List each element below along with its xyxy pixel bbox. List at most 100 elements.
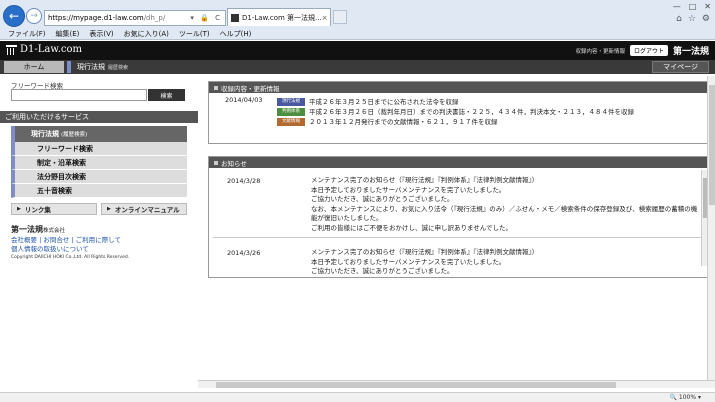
manual-button[interactable]: ▶ オンラインマニュアル [101, 203, 187, 215]
tab-title: D1-Law.com 第一法規... [242, 13, 322, 22]
news-header: お知らせ [209, 157, 709, 168]
new-tab-button[interactable] [333, 10, 347, 24]
news-separator [213, 237, 701, 238]
settings-gear-icon[interactable]: ⚙ [702, 14, 710, 24]
news-line: メンテナンス完了のお知らせ（『現行法規』『判例体系』『法律判例文献情報』） [311, 248, 539, 256]
logo-text: D1-Law.com [20, 44, 83, 55]
news-line: メンテナンス完了のお知らせ（『現行法規』『判例体系』『法律判例文献情報』） [311, 176, 539, 184]
site-header: D1-Law.com 収録内容・更新情報 ログアウト 第一法規 [0, 41, 715, 60]
company-name-text: 第一法規 [11, 224, 43, 234]
news-box: お知らせ 2014/3/28 メンテナンス完了のお知らせ（『現行法規』『判例体系… [208, 156, 710, 278]
bullet-icon [214, 85, 218, 90]
menu-item-2[interactable]: 表示(V) [89, 29, 113, 39]
home-icon[interactable]: ⌂ [676, 14, 682, 24]
bullet-icon [214, 160, 218, 165]
minimize-icon[interactable]: — [673, 2, 681, 11]
search-button[interactable]: 検索 [148, 89, 185, 101]
horizontal-scrollbar[interactable] [198, 380, 715, 388]
news-body: メンテナンス完了のお知らせ（『現行法規』『判例体系』『法律判例文献情報』） 本日… [311, 176, 701, 233]
menu-item-3[interactable]: お気に入り(A) [124, 29, 169, 39]
updates-date: 2014/04/03 [225, 96, 263, 104]
favicon-icon [231, 13, 239, 22]
copyright: Copyright DAIICHI HOKI Co.,Ltd. All Righ… [11, 255, 130, 260]
back-button[interactable]: ← [3, 5, 25, 27]
update-row: 現行法規 平成２６年３月２５日までに公布された法令を収録 [277, 96, 459, 106]
play-triangle-icon: ▶ [17, 206, 21, 212]
vertical-scrollbar[interactable] [707, 76, 715, 380]
menu-item-4[interactable]: ツール(T) [179, 29, 210, 39]
logout-button[interactable]: ログアウト [629, 45, 668, 56]
news-line: ご協力いただき、誠にありがとうございました。 [311, 195, 454, 203]
news-date: 2014/3/28 [227, 177, 261, 185]
news-title: お知らせ [221, 159, 247, 168]
menu-item-enactment[interactable]: 制定・沿革検索 [11, 156, 187, 170]
company-links-row1[interactable]: 会社概要 | お問合せ | ご利用に際して [11, 236, 191, 245]
sub-navigation: ホーム 現行法規 履歴検索 マイページ [0, 60, 715, 74]
service-menu: 現行法規 (履歴検索) フリーワード検索 制定・沿革検索 法分野目次検索 五十音… [11, 126, 187, 198]
menu-item-5[interactable]: ヘルプ(H) [220, 29, 252, 39]
update-text: ２０１３年１２月発行までの文献情報・６２１，９１７件を収録 [309, 118, 498, 126]
update-row: 文献情報 ２０１３年１２月発行までの文献情報・６２１，９１７件を収録 [277, 116, 498, 126]
links-button[interactable]: ▶ リンク集 [11, 203, 97, 215]
tab-genko[interactable]: 現行法規 履歴検索 [67, 61, 134, 73]
browser-tab[interactable]: D1-Law.com 第一法規... × [227, 8, 331, 26]
news-line: ご利用の皆様にはご不便をおかけし、誠に申し訳ありませんでした。 [311, 223, 512, 232]
address-icons[interactable]: ▾ 🔒 C [190, 14, 222, 22]
menu-item-toc[interactable]: 法分野目次検索 [11, 170, 187, 184]
updates-title: 収録内容・更新情報 [221, 84, 280, 93]
play-triangle-icon: ▶ [107, 206, 111, 212]
company-links-row2[interactable]: 個人情報の取扱いについて [11, 245, 191, 254]
tag-bunken: 文献情報 [277, 118, 305, 126]
update-info-link[interactable]: 収録内容・更新情報 [575, 47, 625, 55]
news-line: 本日予定しておりましたサーバメンテナンスを完了いたしました。 [311, 185, 506, 194]
tag-hanrei: 判例体系 [277, 108, 305, 116]
forward-button[interactable]: → [26, 8, 42, 24]
company-info: 第一法規株式会社 会社概要 | お問合せ | ご利用に際して 個人情報の取扱いに… [11, 224, 191, 260]
menu-genko-label: 現行法規 [31, 130, 59, 138]
window-controls: — □ ✕ [673, 2, 711, 11]
updates-box: 収録内容・更新情報 2014/04/03 現行法規 平成２６年３月２５日までに公布… [208, 81, 710, 144]
news-body: メンテナンス完了のお知らせ（『現行法規』『判例体系』『法律判例文献情報』） 本日… [311, 248, 538, 277]
zoom-level[interactable]: 🔍 100% ▾ [670, 394, 701, 401]
left-panel: フリーワード検索 検索 ご利用いただけるサービス 現行法規 (履歴検索) フリー… [0, 76, 198, 392]
address-bar[interactable]: https://mypage.d1-law.com/dh_p/ ▾ 🔒 C [44, 10, 226, 26]
menu-bar: ファイル(F) 編集(E) 表示(V) お気に入り(A) ツール(T) ヘルプ(H) [0, 28, 251, 40]
menu-genko-sub: (履歴検索) [61, 132, 88, 138]
update-text: 平成２６年３月２６日（裁判年月日）までの判決書誌・２２５，４３４件，判決本文・２… [309, 108, 634, 116]
services-header: ご利用いただけるサービス [0, 111, 198, 123]
close-tab-icon[interactable]: × [322, 14, 328, 22]
menu-item-freeword[interactable]: フリーワード検索 [11, 142, 187, 156]
menu-item-gojuon[interactable]: 五十音検索 [11, 184, 187, 198]
brand-name: 第一法規 [672, 47, 709, 57]
menu-item-1[interactable]: 編集(E) [56, 29, 80, 39]
update-row: 判例体系 平成２６年３月２６日（裁判年月日）までの判決書誌・２２５，４３４件，判決… [277, 106, 634, 116]
news-line: なお、本メンテナンスにより、お気に入り法令（『現行法規』のみ）／ふせん・メモ／検… [311, 204, 698, 223]
links-label: リンク集 [24, 206, 51, 214]
favorites-star-icon[interactable]: ☆ [688, 14, 696, 24]
menu-genko[interactable]: 現行法規 (履歴検索) [11, 126, 187, 142]
news-line: ご協力いただき、誠にありがとうございました。 [311, 267, 454, 275]
zoom-value: 100% [678, 394, 697, 401]
address-host: https://mypage.d1-law.com [48, 14, 144, 22]
site-logo[interactable]: D1-Law.com [6, 44, 82, 55]
logo-building-icon [6, 44, 17, 55]
address-path: /dh_p/ [143, 14, 166, 22]
tab-genko-label: 現行法規 [77, 63, 105, 71]
close-window-icon[interactable]: ✕ [704, 2, 711, 11]
menu-item-0[interactable]: ファイル(F) [8, 29, 46, 39]
tab-genko-sub: 履歴検索 [108, 64, 129, 71]
horizontal-scroll-thumb[interactable] [216, 382, 616, 388]
tag-genko: 現行法規 [277, 98, 305, 106]
update-text: 平成２６年３月２５日までに公布された法令を収録 [309, 98, 459, 106]
news-date: 2014/3/26 [227, 249, 261, 257]
mypage-button[interactable]: マイページ [652, 61, 709, 73]
vertical-scroll-thumb[interactable] [709, 85, 715, 205]
freeword-input[interactable] [11, 89, 147, 101]
tab-home[interactable]: ホーム [4, 61, 64, 73]
maximize-icon[interactable]: □ [689, 2, 697, 11]
browser-chrome: ← → https://mypage.d1-law.com/dh_p/ ▾ 🔒 … [0, 0, 715, 40]
browser-tools: ⌂ ☆ ⚙ [676, 14, 710, 24]
company-name: 第一法規株式会社 [11, 224, 191, 235]
main-content: 収録内容・更新情報 2014/04/03 現行法規 平成２６年３月２５日までに公布… [198, 76, 715, 392]
manual-label: オンラインマニュアル [114, 206, 180, 214]
